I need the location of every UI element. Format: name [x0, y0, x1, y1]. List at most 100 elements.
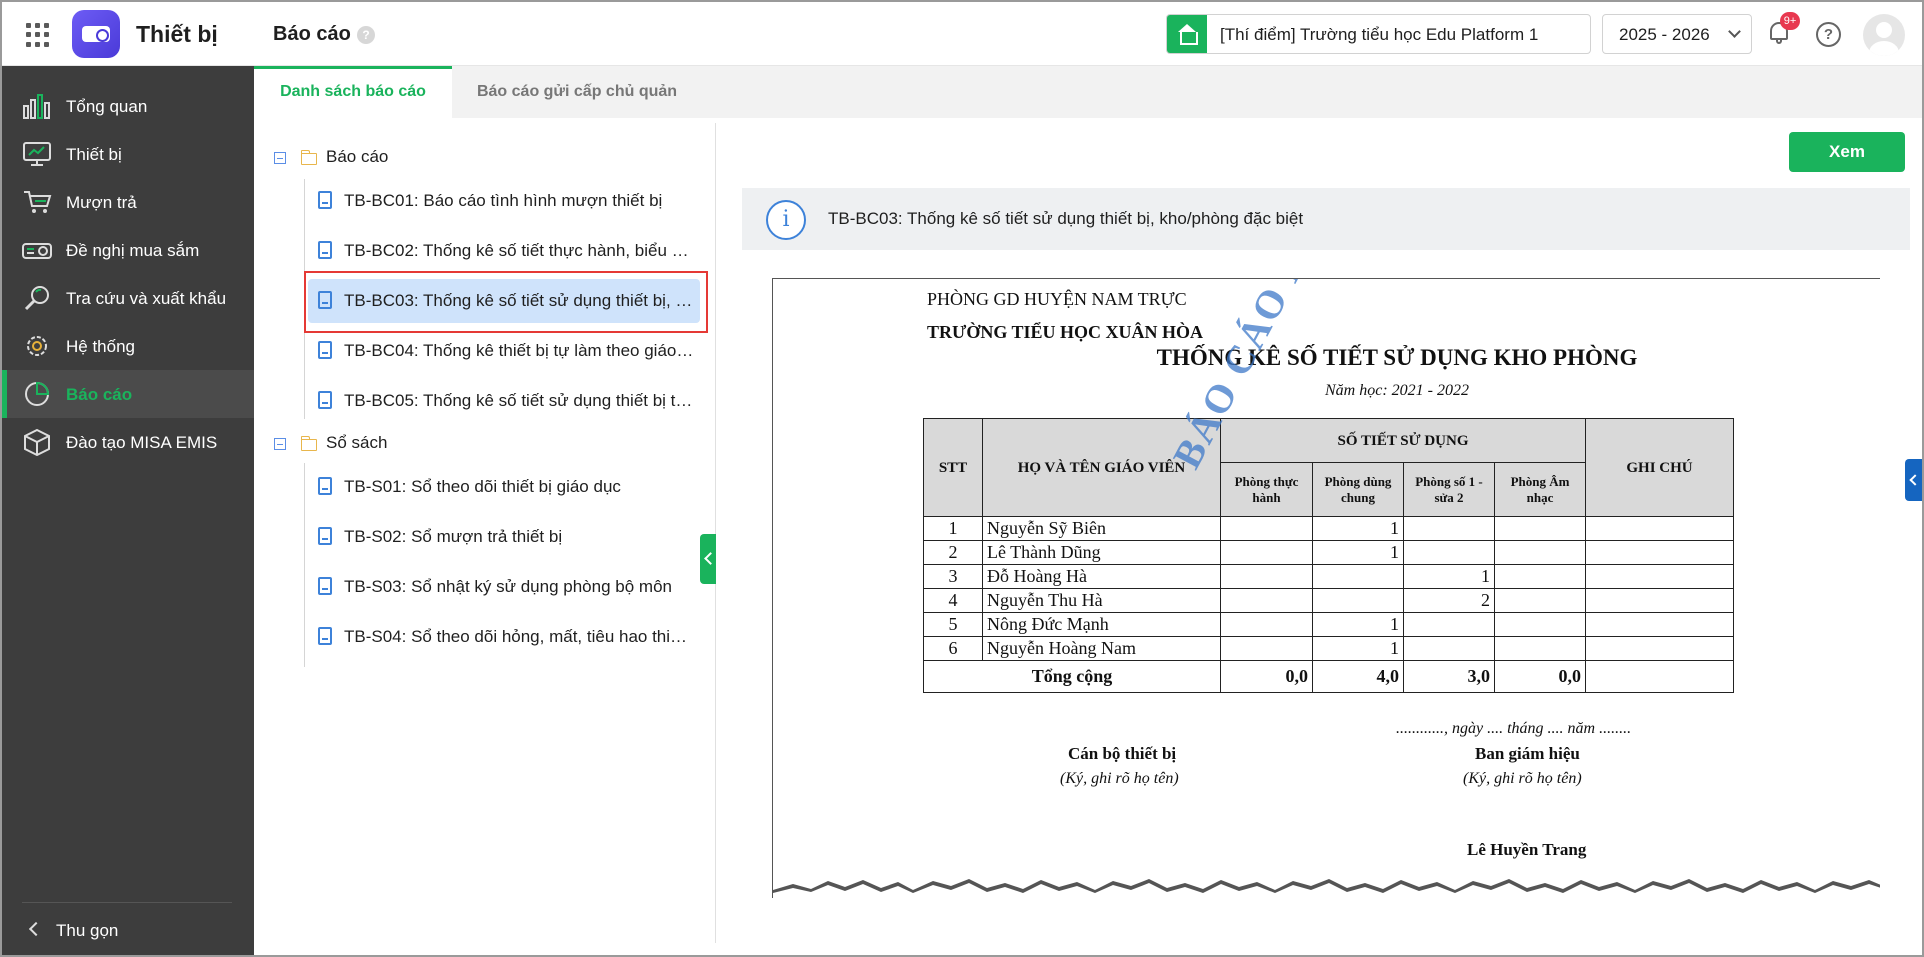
tree-item-label: TB-BC02: Thống kê số tiết thực hành, biể… [344, 241, 694, 260]
sidebar: Tổng quan Thiết bị Mượn trả Đề nghị mua … [2, 66, 254, 955]
report-department: PHÒNG GD HUYỆN NAM TRỰC [927, 289, 1187, 309]
expand-right-panel-tab[interactable] [1905, 459, 1922, 501]
document-icon [318, 341, 332, 359]
page-help-icon[interactable]: ? [357, 26, 375, 44]
cell-room-4 [1494, 612, 1586, 637]
cell-room-4 [1494, 636, 1586, 661]
total-room-2: 4,0 [1312, 660, 1404, 693]
sign-right-subtitle: (Ký, ghi rõ họ tên) [1463, 770, 1582, 787]
report-school: TRƯỜNG TIỂU HỌC XUÂN HÒA [927, 322, 1204, 342]
tree-item-tb-bc01[interactable]: TB-BC01: Báo cáo tình hình mượn thiết bị [308, 179, 700, 223]
sidebar-item-he-thong[interactable]: Hệ thống [2, 322, 254, 370]
tree-item-tb-s04[interactable]: TB-S04: Sổ theo dõi hỏng, mất, tiêu hao … [308, 615, 700, 659]
table-row: 4 Nguyễn Thu Hà 2 [923, 588, 1734, 613]
cell-room-3: 2 [1403, 588, 1495, 613]
chevron-left-icon [28, 921, 44, 937]
report-title: THỐNG KÊ SỐ TIẾT SỬ DỤNG KHO PHÒNG [1156, 345, 1638, 370]
tree-group-label: Sổ sách [326, 433, 388, 452]
user-avatar[interactable] [1863, 14, 1905, 56]
cell-room-3: 1 [1403, 564, 1495, 589]
cell-room-2: 1 [1312, 612, 1404, 637]
header-room-1: Phòng thực hành [1220, 462, 1313, 517]
cell-room-3 [1403, 540, 1495, 565]
sidebar-item-label: Mượn trả [66, 193, 137, 212]
sign-left-title: Cán bộ thiết bị [1068, 744, 1177, 763]
document-icon [318, 477, 332, 495]
total-room-4: 0,0 [1494, 660, 1586, 693]
document-icon [318, 391, 332, 409]
report-table: STT HỌ VÀ TÊN GIÁO VIÊN SỐ TIẾT SỬ DỤNG … [923, 418, 1734, 693]
collapse-toggle-icon[interactable] [274, 438, 286, 450]
school-selector[interactable]: [Thí điểm] Trường tiểu học Edu Platform … [1166, 14, 1591, 54]
school-home-icon [1167, 15, 1207, 53]
school-year-select[interactable]: 2025 - 2026 [1602, 14, 1752, 54]
table-row: 6 Nguyễn Hoàng Nam 1 [923, 636, 1734, 661]
sidebar-item-label: Tra cứu và xuất khẩu [66, 289, 227, 308]
tree-group-label: Báo cáo [326, 147, 389, 166]
report-tabs: Danh sách báo cáo Báo cáo gửi cấp chủ qu… [254, 66, 1922, 118]
cell-room-2: 1 [1312, 516, 1404, 541]
header-room-4: Phòng Âm nhạc [1494, 462, 1586, 517]
cell-room-1 [1220, 612, 1313, 637]
tree-item-tb-bc05[interactable]: TB-BC05: Thống kê số tiết sử dụng thiết … [308, 379, 700, 423]
sidebar-item-thiet-bi[interactable]: Thiết bị [2, 130, 254, 178]
document-icon [318, 241, 332, 259]
cell-room-1 [1220, 564, 1313, 589]
tree-item-tb-s01[interactable]: TB-S01: Sổ theo dõi thiết bị giáo dục [308, 465, 700, 509]
school-name: [Thí điểm] Trường tiểu học Edu Platform … [1220, 25, 1539, 44]
tree-guide-line [304, 463, 305, 667]
cell-name: Nguyễn Hoàng Nam [982, 636, 1221, 661]
tree-item-label: TB-S04: Sổ theo dõi hỏng, mất, tiêu hao … [344, 627, 694, 646]
report-tree: Báo cáo TB-BC01: Báo cáo tình hình mượn … [254, 123, 716, 943]
cell-note [1585, 540, 1734, 565]
table-row: 5 Nông Đức Mạnh 1 [923, 612, 1734, 637]
cell-note [1585, 588, 1734, 613]
cell-room-3 [1403, 636, 1495, 661]
signer-name: Lê Huyền Trang [1467, 840, 1587, 859]
total-row: Tổng cộng 0,0 4,0 3,0 0,0 [923, 660, 1734, 693]
pie-chart-icon [25, 381, 50, 406]
total-note [1585, 660, 1734, 693]
document-icon [318, 627, 332, 645]
collapse-toggle-icon[interactable] [274, 152, 286, 164]
cell-room-1 [1220, 588, 1313, 613]
tab-danh-sach-bao-cao[interactable]: Danh sách báo cáo [254, 66, 452, 118]
cell-room-1 [1220, 540, 1313, 565]
help-icon[interactable]: ? [1816, 22, 1841, 47]
collapse-sidebar-button[interactable]: Thu gọn [2, 910, 254, 950]
header-usage: SỐ TIẾT SỬ DỤNG [1220, 418, 1586, 463]
view-button[interactable]: Xem [1789, 132, 1905, 172]
sidebar-item-label: Hệ thống [66, 337, 135, 356]
projector-icon [22, 243, 52, 259]
tree-item-tb-s02[interactable]: TB-S02: Sổ mượn trả thiết bị [308, 515, 700, 559]
cell-room-2 [1312, 564, 1404, 589]
tab-bao-cao-gui-cap-chu-quan[interactable]: Báo cáo gửi cấp chủ quản [452, 66, 702, 118]
cell-room-4 [1494, 516, 1586, 541]
sidebar-item-muon-tra[interactable]: Mượn trả [2, 178, 254, 226]
header-stt: STT [923, 418, 983, 517]
sidebar-item-tong-quan[interactable]: Tổng quan [2, 82, 254, 130]
tree-item-tb-bc02[interactable]: TB-BC02: Thống kê số tiết thực hành, biể… [308, 229, 700, 273]
sidebar-item-dao-tao[interactable]: Đào tạo MISA EMIS [2, 418, 254, 466]
school-year-value: 2025 - 2026 [1619, 25, 1710, 44]
cell-stt: 1 [923, 516, 983, 541]
selection-highlight-outline [304, 271, 708, 333]
cube-icon [24, 428, 50, 456]
cell-name: Nguyễn Sỹ Biên [982, 516, 1221, 541]
cell-room-2 [1312, 588, 1404, 613]
cell-room-2: 1 [1312, 636, 1404, 661]
sidebar-item-tra-cuu[interactable]: Tra cứu và xuất khẩu [2, 274, 254, 322]
sidebar-item-de-nghi-mua-sam[interactable]: Đề nghị mua sắm [2, 226, 254, 274]
document-icon [318, 191, 332, 209]
app-grid-icon[interactable] [26, 23, 50, 47]
tree-item-tb-bc04[interactable]: TB-BC04: Thống kê thiết bị tự làm theo g… [308, 329, 700, 373]
tree-item-label: TB-BC05: Thống kê số tiết sử dụng thiết … [344, 391, 694, 410]
panel-splitter-toggle[interactable] [700, 534, 716, 584]
tree-item-label: TB-BC01: Báo cáo tình hình mượn thiết bị [344, 191, 663, 210]
report-year: Năm học: 2021 - 2022 [1325, 382, 1469, 399]
tree-item-label: TB-S03: Sổ nhật ký sử dụng phòng bộ môn [344, 577, 672, 596]
sidebar-item-label: Tổng quan [66, 97, 148, 116]
torn-paper-edge [773, 879, 1880, 898]
sidebar-item-bao-cao[interactable]: Báo cáo [2, 370, 254, 418]
tree-item-tb-s03[interactable]: TB-S03: Sổ nhật ký sử dụng phòng bộ môn [308, 565, 700, 609]
